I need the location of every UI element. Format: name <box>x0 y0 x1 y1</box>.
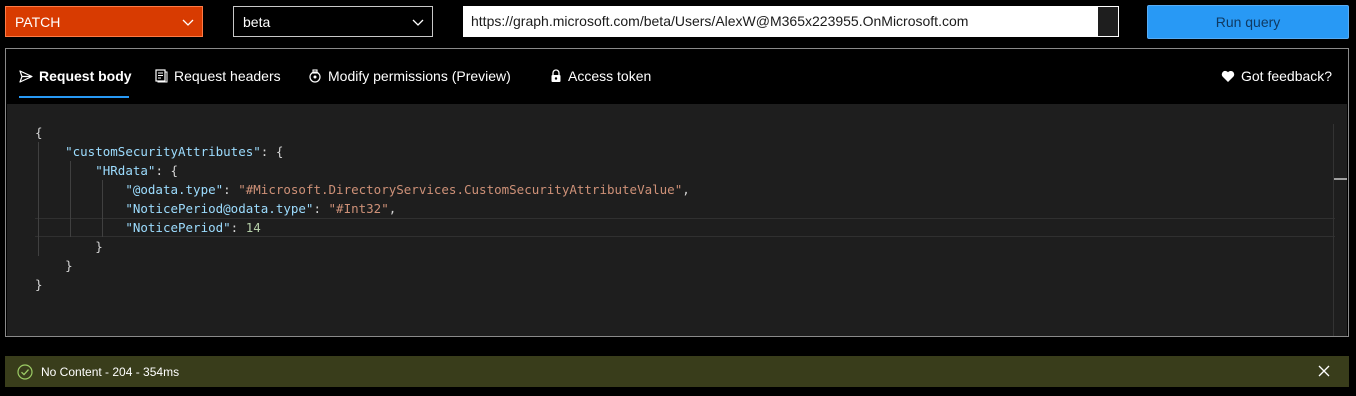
send-icon <box>19 69 33 83</box>
document-icon <box>155 69 168 83</box>
active-tab-indicator <box>19 96 129 98</box>
json-key: "NoticePeriod" <box>125 220 231 235</box>
tab-label: Request headers <box>174 68 281 84</box>
code-line: "NoticePeriod": 14 <box>125 220 261 235</box>
code-line: } <box>35 277 43 292</box>
json-key: "customSecurityAttributes" <box>65 144 261 159</box>
permissions-icon <box>309 69 321 83</box>
code-line: } <box>95 239 103 254</box>
http-method-value: PATCH <box>15 13 61 30</box>
response-status-bar: No Content - 204 - 354ms <box>5 356 1349 387</box>
code-line: "NoticePeriod@odata.type": "#Int32", <box>125 201 397 216</box>
editor-scrollbar[interactable] <box>1333 124 1347 336</box>
chevron-down-icon <box>412 19 424 26</box>
code-line: { <box>35 125 43 140</box>
run-query-button[interactable]: Run query <box>1147 5 1349 39</box>
request-body-editor[interactable]: { "customSecurityAttributes": { "HRdata"… <box>7 104 1347 336</box>
feedback-label: Got feedback? <box>1241 68 1333 84</box>
json-number-value: 14 <box>245 220 261 235</box>
code-line: "@odata.type": "#Microsoft.DirectoryServ… <box>125 182 690 197</box>
status-message: No Content - 204 - 354ms <box>41 364 180 379</box>
chevron-down-icon <box>182 19 194 26</box>
tab-request-body[interactable]: Request body <box>19 49 132 103</box>
scrollbar-position-marker <box>1334 178 1347 180</box>
feedback-button[interactable]: Got feedback? <box>1221 49 1332 103</box>
api-version-dropdown[interactable]: beta <box>233 6 433 37</box>
tab-access-token[interactable]: Access token <box>550 49 651 103</box>
request-panel: Request body Request headers Modify perm… <box>5 48 1349 337</box>
json-key: "HRdata" <box>95 163 156 178</box>
request-tabs: Request body Request headers Modify perm… <box>6 49 1348 103</box>
url-input-scrollbar[interactable] <box>1098 7 1118 36</box>
tab-request-headers[interactable]: Request headers <box>155 49 281 103</box>
json-key: "NoticePeriod@odata.type" <box>125 201 314 216</box>
success-check-icon <box>17 363 33 380</box>
tab-label: Request body <box>39 68 132 84</box>
code-line: "HRdata": { <box>95 163 179 178</box>
api-version-value: beta <box>243 13 271 30</box>
http-method-dropdown[interactable]: PATCH <box>5 6 203 37</box>
tab-modify-permissions[interactable]: Modify permissions (Preview) <box>308 49 511 103</box>
close-icon[interactable] <box>1318 365 1330 377</box>
request-url-input[interactable]: https://graph.microsoft.com/beta/Users/A… <box>463 6 1119 37</box>
json-string-value: "#Microsoft.DirectoryServices.CustomSecu… <box>238 182 683 197</box>
code-line: "customSecurityAttributes": { <box>65 144 284 159</box>
code-line: } <box>65 258 73 273</box>
json-key: "@odata.type" <box>125 182 224 197</box>
tab-label: Access token <box>568 68 652 84</box>
token-icon <box>551 69 561 82</box>
heart-icon <box>1221 70 1235 82</box>
json-string-value: "#Int32" <box>328 201 389 216</box>
tab-label: Modify permissions (Preview) <box>328 68 511 84</box>
